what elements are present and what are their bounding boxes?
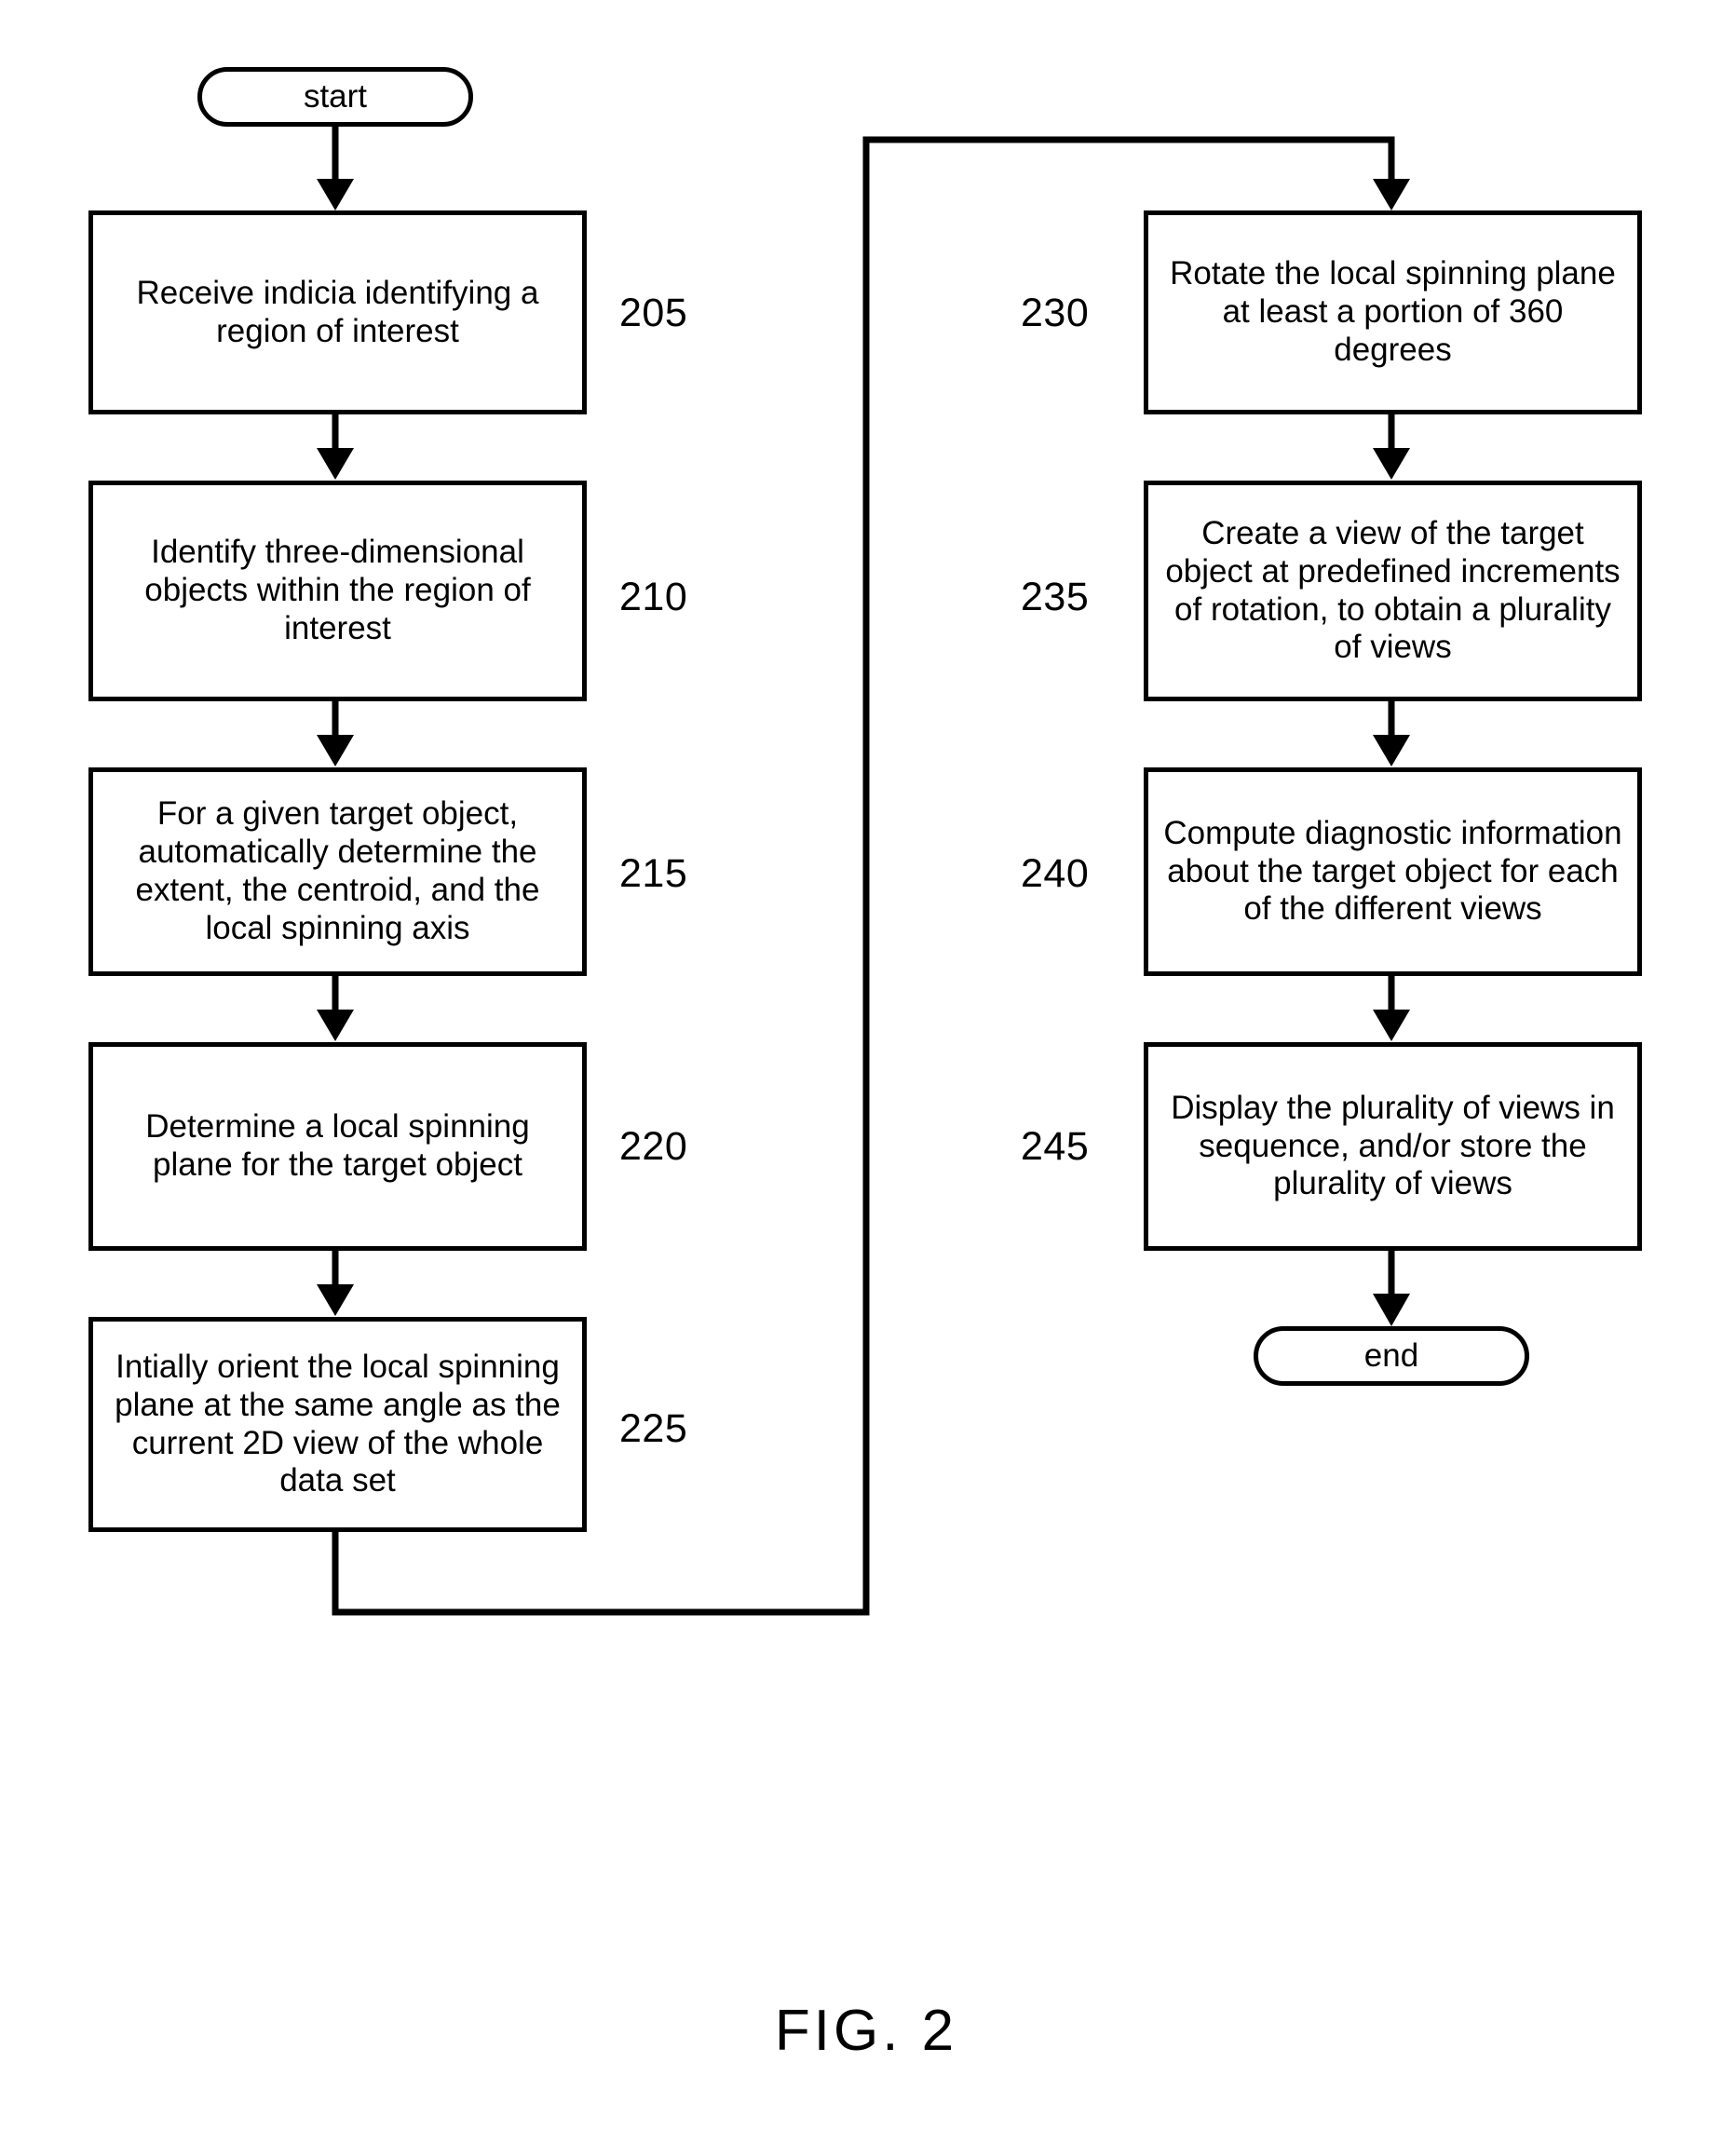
- terminal-start: start: [197, 67, 473, 127]
- ref-number-240: 240: [1021, 851, 1090, 896]
- ref-number-235: 235: [1021, 575, 1090, 619]
- arrowhead-245-to-end: [1373, 1294, 1410, 1326]
- process-box-235-text: Create a view of the target object at pr…: [1165, 514, 1621, 666]
- arrowhead-240-to-245: [1373, 1010, 1410, 1041]
- process-box-245: Display the plurality of views in sequen…: [1144, 1042, 1642, 1251]
- ref-number-205: 205: [619, 291, 688, 335]
- ref-number-215: 215: [619, 851, 688, 896]
- process-box-210-text: Identify three-dimensional objects withi…: [144, 534, 531, 646]
- process-box-205-text: Receive indicia identifying a region of …: [136, 274, 539, 349]
- ref-number-245: 245: [1021, 1124, 1090, 1169]
- process-box-215-text: For a given target object, automatically…: [135, 795, 540, 946]
- process-box-205: Receive indicia identifying a region of …: [88, 210, 587, 414]
- arrowhead-215-to-220: [317, 1010, 354, 1041]
- process-box-240-text: Compute diagnostic information about the…: [1163, 814, 1622, 928]
- process-box-225: Intially orient the local spinning plane…: [88, 1317, 587, 1532]
- arrowhead-loop-to-230: [1373, 179, 1410, 210]
- ref-number-230: 230: [1021, 291, 1090, 335]
- arrowhead-210-to-215: [317, 735, 354, 766]
- ref-number-210: 210: [619, 575, 688, 619]
- process-box-225-text: Intially orient the local spinning plane…: [115, 1348, 561, 1499]
- terminal-start-label: start: [303, 77, 368, 115]
- process-box-235: Create a view of the target object at pr…: [1144, 481, 1642, 701]
- process-box-220-text: Determine a local spinning plane for the…: [145, 1108, 530, 1183]
- process-box-220: Determine a local spinning plane for the…: [88, 1042, 587, 1251]
- arrowhead-230-to-235: [1373, 448, 1410, 480]
- figure-label: FIG. 2: [774, 1999, 958, 2063]
- arrowhead-start-to-205: [317, 179, 354, 210]
- process-box-215: For a given target object, automatically…: [88, 767, 587, 976]
- process-box-210: Identify three-dimensional objects withi…: [88, 481, 587, 701]
- flowchart-figure: start Receive indicia identifying a regi…: [0, 0, 1736, 2143]
- terminal-end: end: [1254, 1326, 1529, 1386]
- process-box-240: Compute diagnostic information about the…: [1144, 767, 1642, 976]
- arrowhead-235-to-240: [1373, 735, 1410, 766]
- terminal-end-label: end: [1363, 1336, 1419, 1374]
- arrowhead-205-to-210: [317, 448, 354, 480]
- ref-number-225: 225: [619, 1406, 688, 1451]
- arrowhead-220-to-225: [317, 1284, 354, 1316]
- ref-number-220: 220: [619, 1124, 688, 1169]
- process-box-230: Rotate the local spinning plane at least…: [1144, 210, 1642, 414]
- process-box-230-text: Rotate the local spinning plane at least…: [1170, 255, 1616, 368]
- process-box-245-text: Display the plurality of views in sequen…: [1171, 1089, 1615, 1202]
